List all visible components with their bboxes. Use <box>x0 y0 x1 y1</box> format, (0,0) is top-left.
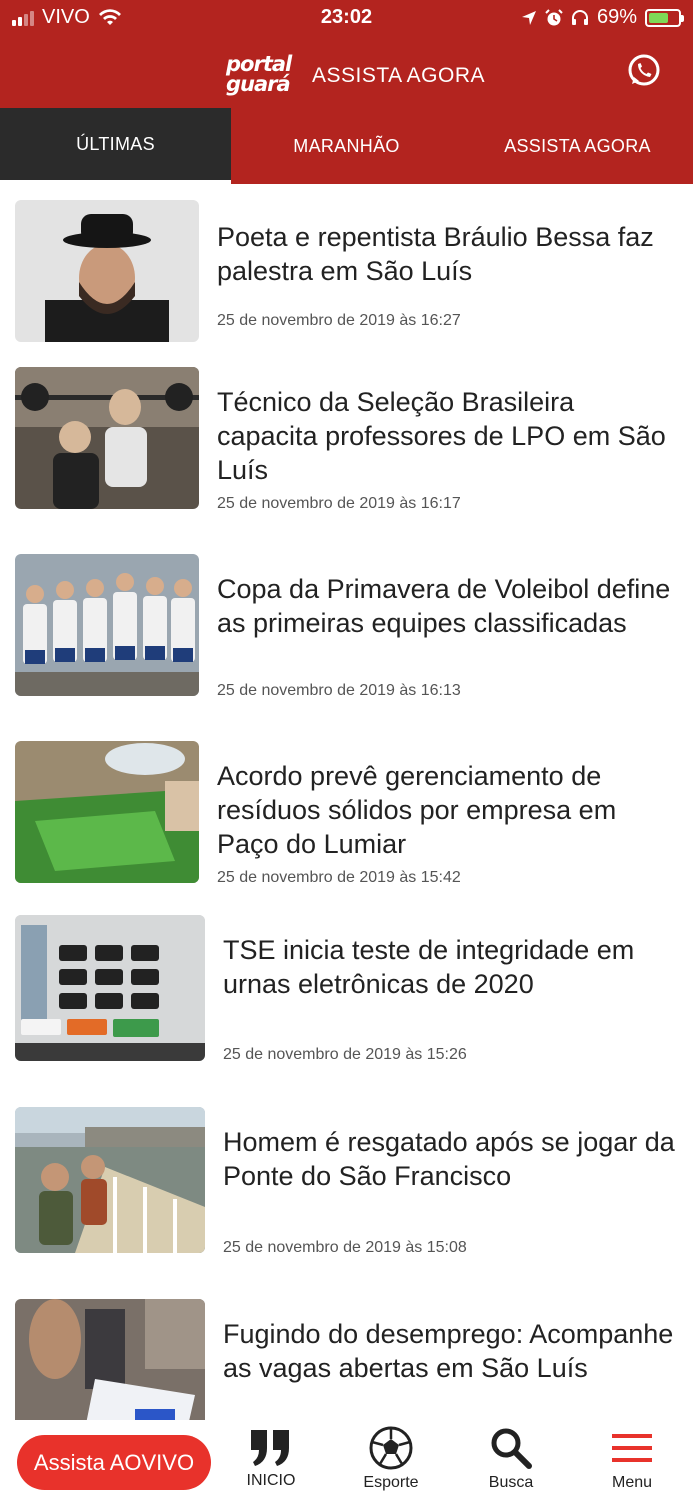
article-title: Poeta e repentista Bráulio Bessa faz pal… <box>217 222 654 286</box>
article-title: TSE inicia teste de integridade em urnas… <box>223 935 635 999</box>
list-item[interactable]: Homem é resgatado após se jogar da Ponte… <box>0 1107 693 1287</box>
battery-charging-icon <box>645 8 684 27</box>
article-title: Técnico da Seleção Brasileira capacita p… <box>217 387 666 485</box>
article-thumbnail <box>15 367 199 509</box>
article-date: 25 de novembro de 2019 às 16:17 <box>217 495 461 512</box>
nav-label: Menu <box>611 1474 653 1491</box>
article-thumbnail <box>15 915 205 1061</box>
article-date: 25 de novembro de 2019 às 15:08 <box>223 1239 467 1256</box>
header-title: ASSISTA AGORA <box>312 64 486 87</box>
news-feed: Poeta e repentista Bráulio Bessa faz pal… <box>0 184 693 1420</box>
nav-label: Busca <box>488 1474 534 1491</box>
category-tabs: ÚLTIMAS MARANHÃO ASSISTA AGORA <box>0 108 693 184</box>
list-item[interactable]: Acordo prevê gerenciamento de resíduos s… <box>0 741 693 911</box>
list-item[interactable]: Técnico da Seleção Brasileira capacita p… <box>0 367 693 547</box>
hamburger-menu-icon <box>612 1434 652 1462</box>
article-date: 25 de novembro de 2019 às 15:42 <box>217 869 461 886</box>
nav-menu[interactable]: Menu <box>587 1426 677 1500</box>
headphones-icon <box>571 9 588 25</box>
article-title: Fugindo do desemprego: Acompanhe as vaga… <box>223 1319 674 1383</box>
article-thumbnail <box>15 554 199 696</box>
article-thumbnail <box>15 200 199 342</box>
status-right: 69% <box>521 6 684 29</box>
article-title: Copa da Primavera de Voleibol define as … <box>217 574 671 638</box>
article-thumbnail <box>15 1107 205 1253</box>
tab-ultimas[interactable]: ÚLTIMAS <box>0 108 231 180</box>
list-item[interactable]: Poeta e repentista Bráulio Bessa faz pal… <box>0 200 693 346</box>
tab-assista-agora[interactable]: ASSISTA AGORA <box>462 108 693 184</box>
article-date: 25 de novembro de 2019 às 15:26 <box>223 1046 467 1063</box>
article-date: 25 de novembro de 2019 às 16:27 <box>217 312 461 329</box>
nav-label: Esporte <box>363 1474 419 1491</box>
quote-icon <box>251 1430 289 1466</box>
whatsapp-icon[interactable] <box>626 53 662 89</box>
battery-percent: 69% <box>596 6 637 28</box>
article-thumbnail <box>15 741 199 883</box>
brand-bar: portal guará ASSISTA AGORA <box>0 50 693 100</box>
article-title: Acordo prevê gerenciamento de resíduos s… <box>217 761 617 859</box>
list-item[interactable]: Copa da Primavera de Voleibol define as … <box>0 554 693 734</box>
bottom-navigation: Assista AOVIVO INICIO Esporte Busca Menu <box>0 1420 693 1500</box>
nav-label: INICIO <box>246 1472 296 1489</box>
list-item[interactable]: Fugindo do desemprego: Acompanhe as vaga… <box>0 1299 693 1420</box>
article-title: Homem é resgatado após se jogar da Ponte… <box>223 1127 675 1191</box>
list-item[interactable]: TSE inicia teste de integridade em urnas… <box>0 915 693 1095</box>
nav-inicio[interactable]: INICIO <box>226 1426 316 1500</box>
watch-live-button[interactable]: Assista AOVIVO <box>17 1435 211 1490</box>
nav-esporte[interactable]: Esporte <box>346 1426 436 1500</box>
portal-guara-logo[interactable]: portal guará <box>226 54 302 95</box>
app-header: VIVO 23:02 69% portal guará ASSISTA AGOR… <box>0 0 693 108</box>
nav-busca[interactable]: Busca <box>466 1426 556 1500</box>
status-bar: VIVO 23:02 69% <box>0 0 693 36</box>
article-date: 25 de novembro de 2019 às 16:13 <box>217 682 461 699</box>
alarm-icon <box>545 8 563 25</box>
tab-maranhao[interactable]: MARANHÃO <box>231 108 462 184</box>
article-thumbnail <box>15 1299 205 1420</box>
soccer-ball-icon <box>369 1426 413 1470</box>
location-icon <box>521 10 536 25</box>
search-icon <box>491 1428 532 1469</box>
